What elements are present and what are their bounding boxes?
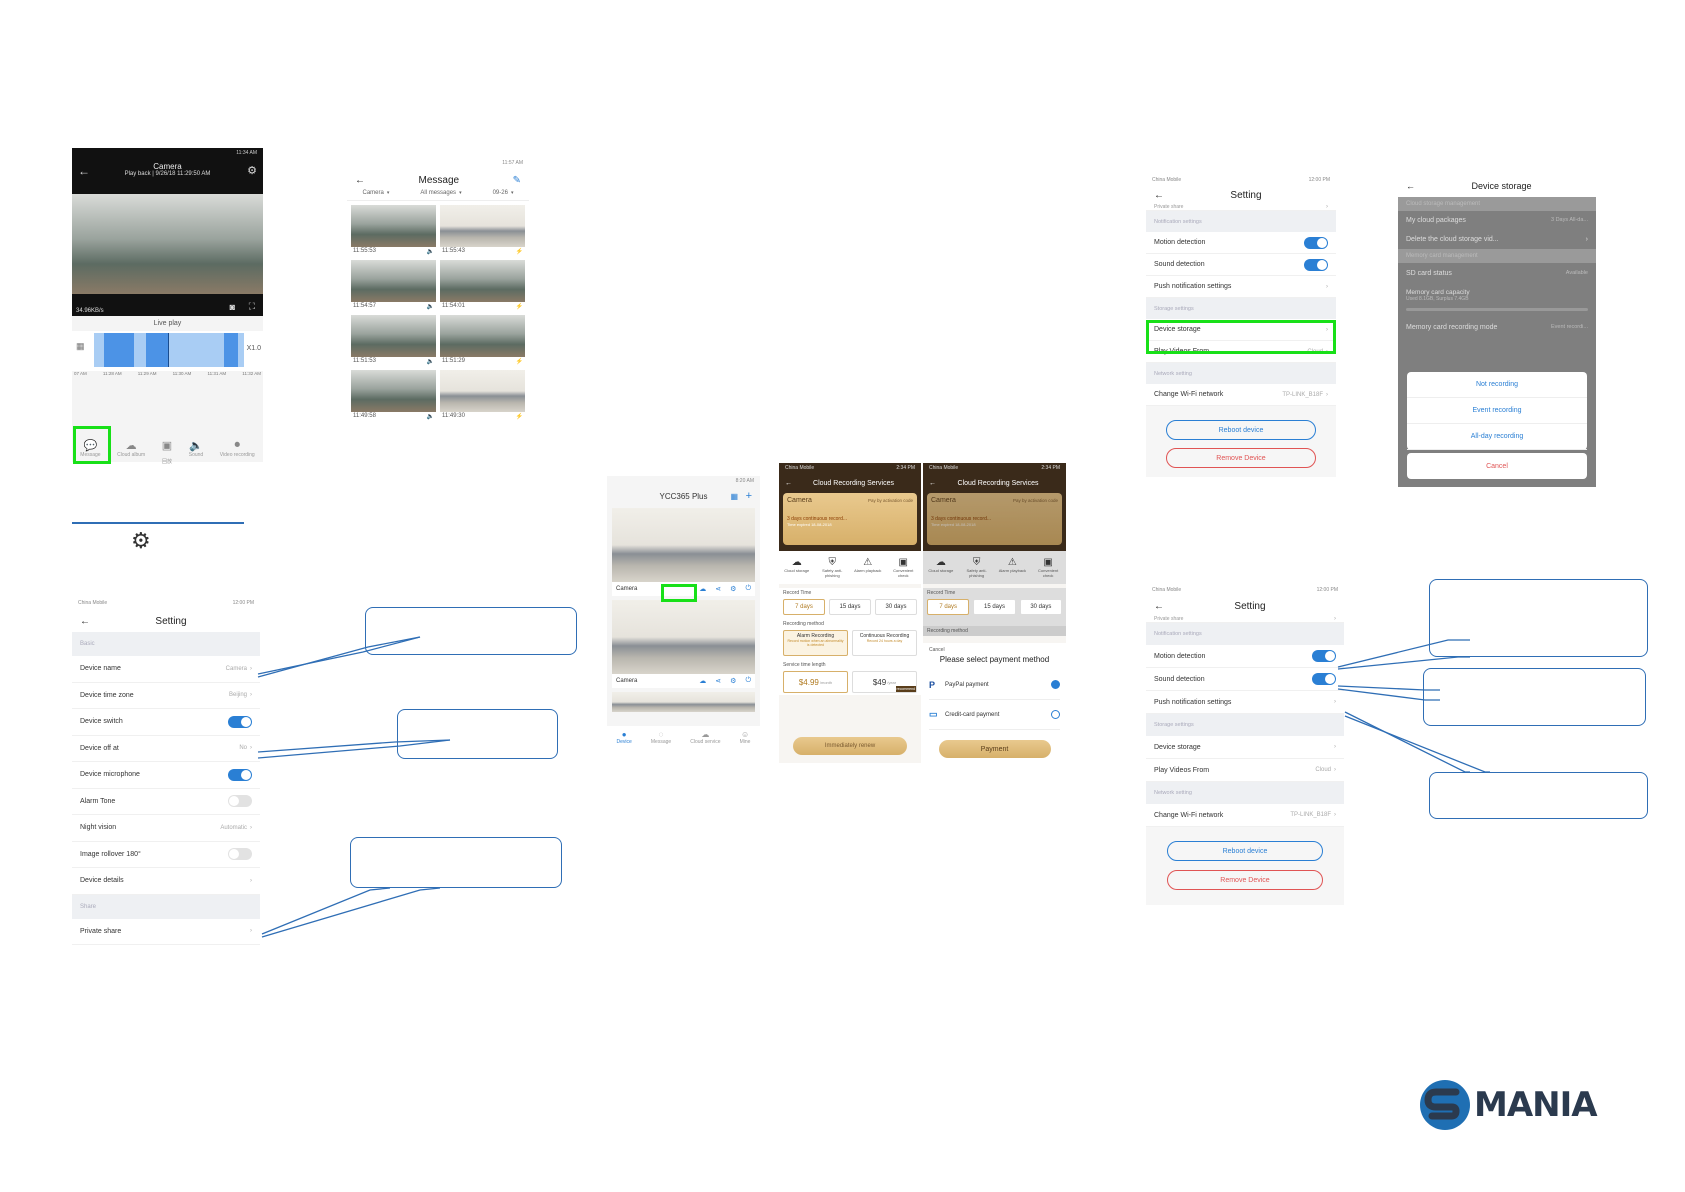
callout-leaders [257,636,1490,938]
leader-line [1337,688,1440,701]
mania-logo-icon [1420,1080,1470,1130]
leader-line [1344,711,1470,773]
leader-line [1337,656,1470,670]
mania-logo: MANIA [1418,1078,1598,1132]
leader-line [1337,685,1440,691]
leader-line [261,887,441,938]
leader-line [257,739,451,759]
mania-logo-text: MANIA [1474,1085,1598,1125]
leader-line [1344,715,1490,773]
leader-line [261,887,391,935]
